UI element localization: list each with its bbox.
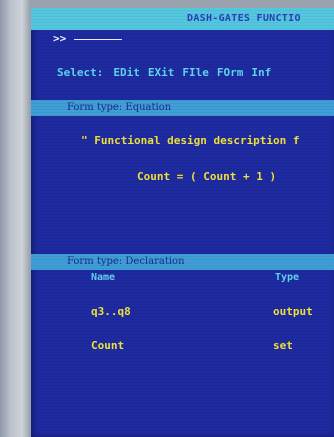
- menu-item-info[interactable]: Inf: [251, 66, 271, 79]
- declaration-row-1-name[interactable]: q3..q8: [91, 305, 131, 318]
- equation-form-title: Form type: Equation: [67, 102, 172, 113]
- menu-item-file[interactable]: FIle: [182, 66, 209, 79]
- column-header-name: Name: [91, 272, 116, 283]
- menu-bar: Select: EDit EXit FIle FOrm Inf: [57, 66, 279, 79]
- command-input-cursor[interactable]: [74, 38, 123, 40]
- command-prompt: >>: [53, 32, 67, 45]
- declaration-row-1-type[interactable]: output: [273, 305, 313, 318]
- terminal-screen: DASH-GATES FUNCTIO >> Select: EDit EXit FIl…: [31, 8, 334, 437]
- menu-item-exit[interactable]: EXit: [148, 66, 175, 79]
- menu-item-form[interactable]: FOrm: [217, 66, 244, 79]
- declaration-form-title: Form type: Declaration: [67, 256, 185, 267]
- app-title-bar: DASH-GATES FUNCTIO: [31, 8, 334, 30]
- menu-select-label: Select:: [57, 66, 104, 79]
- column-header-type: Type: [275, 272, 300, 283]
- menu-item-edit[interactable]: EDit: [113, 66, 140, 79]
- command-line[interactable]: >>: [53, 32, 123, 45]
- declaration-form-header: Form type: Declaration: [31, 254, 334, 270]
- equation-form-header: Form type: Equation: [31, 100, 334, 116]
- app-title: DASH-GATES FUNCTIO: [187, 13, 301, 24]
- equation-formula[interactable]: Count = ( Count + 1 ): [137, 170, 276, 183]
- declaration-row-2-type[interactable]: set: [273, 339, 293, 352]
- declaration-row-2-name[interactable]: Count: [91, 339, 124, 352]
- functional-description-text[interactable]: " Functional design description f: [81, 134, 300, 147]
